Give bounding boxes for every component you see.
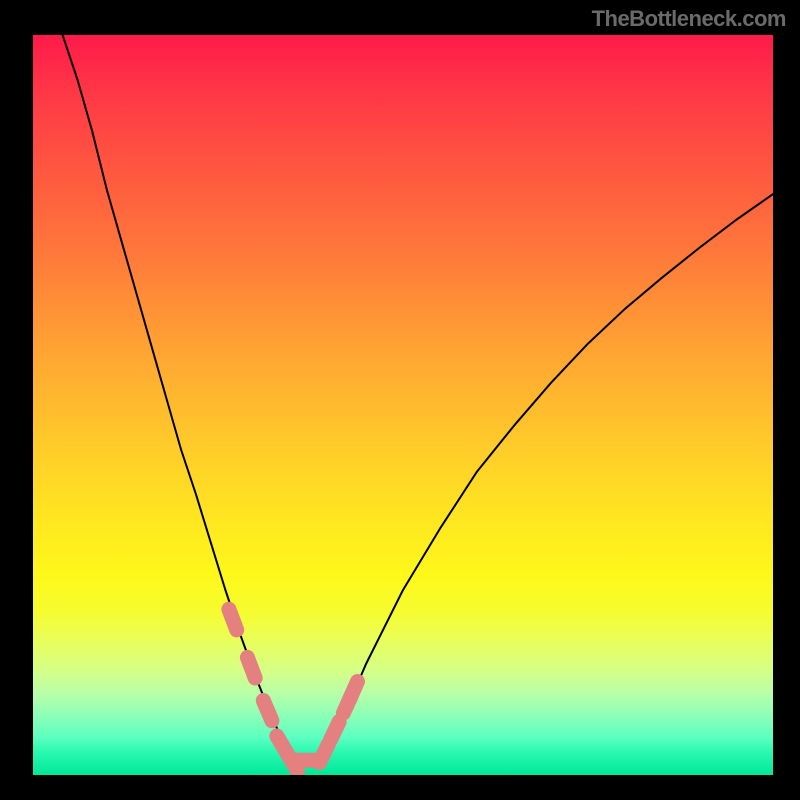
watermark-text: TheBottleneck.com xyxy=(592,6,786,32)
marker-pill-left xyxy=(286,752,297,771)
marker-pill-left xyxy=(277,736,288,755)
marker-pill-right xyxy=(343,695,351,713)
plot-area xyxy=(33,35,773,775)
marker-pill-right xyxy=(320,745,329,763)
chart-svg xyxy=(33,35,773,775)
marker-group xyxy=(229,609,358,771)
v-curve xyxy=(63,35,773,760)
marker-pill-right xyxy=(349,682,357,700)
marker-pill-left xyxy=(229,609,237,630)
marker-pill-right xyxy=(331,722,340,740)
chart-container: TheBottleneck.com xyxy=(0,0,800,800)
marker-pill-left xyxy=(247,657,255,678)
marker-pill-left xyxy=(263,701,272,721)
